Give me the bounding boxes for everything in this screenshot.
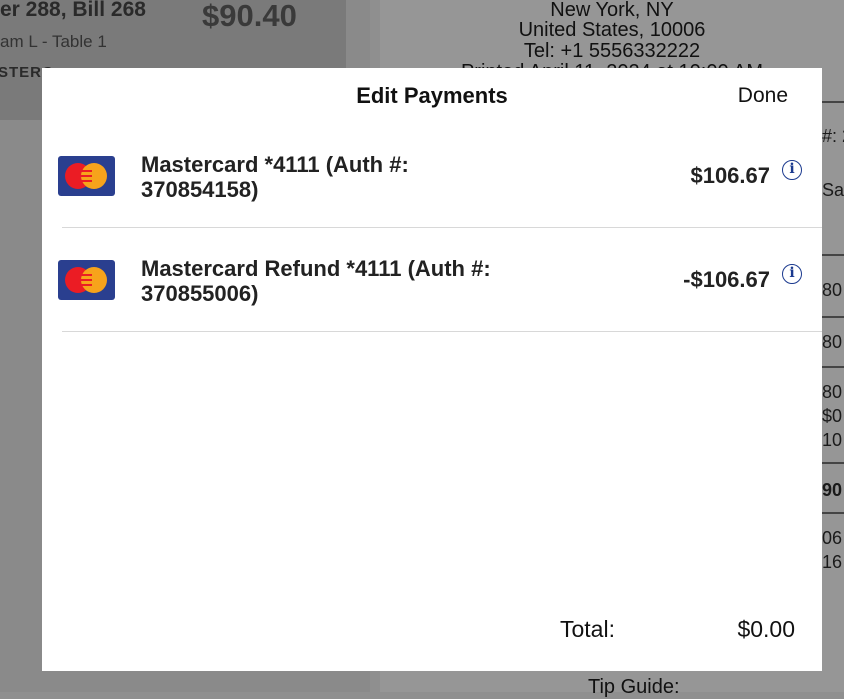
- payment-label: Mastercard *4111 (Auth #: 370854158): [141, 152, 409, 202]
- receipt-edge-value: 80: [822, 332, 843, 352]
- receipt-line: Tel: +1 5556332222: [523, 40, 701, 62]
- payment-label: Mastercard Refund *4111 (Auth #: 3708550…: [141, 256, 491, 306]
- background-order-amount: $90.40: [202, 0, 297, 33]
- receipt-edge-value: 90: [822, 480, 843, 500]
- receipt-divider: [822, 101, 844, 103]
- receipt-edge-value: #: 2: [822, 126, 844, 146]
- receipt-line: United States, 10006: [518, 19, 706, 41]
- row-divider: [62, 331, 822, 332]
- modal-title: Edit Payments: [356, 83, 508, 108]
- background-order-title: er 288, Bill 268: [0, 0, 146, 21]
- receipt-edge-value: 10: [822, 430, 843, 450]
- info-icon[interactable]: i: [782, 264, 802, 284]
- receipt-edge-value: Sar: [822, 180, 844, 200]
- payment-amount: -$106.67: [683, 267, 770, 292]
- receipt-edge-value: 16: [822, 552, 843, 572]
- receipt-edge-value: $0: [822, 406, 843, 426]
- total-value: $0.00: [737, 616, 795, 642]
- payment-row[interactable]: Mastercard *4111 (Auth #: 370854158) $10…: [42, 124, 822, 228]
- receipt-divider: [822, 462, 844, 464]
- receipt-edge-value: 80: [822, 280, 843, 300]
- mastercard-icon: [58, 156, 115, 196]
- receipt-divider: [822, 366, 844, 368]
- receipt-tip-guide: Tip Guide:: [588, 676, 680, 698]
- receipt-divider: [822, 512, 844, 514]
- done-button[interactable]: Done: [738, 84, 788, 108]
- receipt-edge-value: 06: [822, 528, 843, 548]
- payment-amount: $106.67: [690, 163, 770, 188]
- edit-payments-modal: Edit Payments Done Mastercard *4111 (Aut…: [42, 68, 822, 671]
- info-icon[interactable]: i: [782, 160, 802, 180]
- mastercard-icon: [58, 260, 115, 300]
- receipt-divider: [822, 254, 844, 256]
- modal-header: Edit Payments Done: [42, 68, 822, 124]
- receipt-divider: [822, 316, 844, 318]
- background-order-subtitle: am L - Table 1: [0, 32, 107, 51]
- total-label: Total:: [560, 616, 615, 642]
- payment-row[interactable]: Mastercard Refund *4111 (Auth #: 3708550…: [42, 228, 822, 332]
- receipt-edge-value: 80: [822, 382, 843, 402]
